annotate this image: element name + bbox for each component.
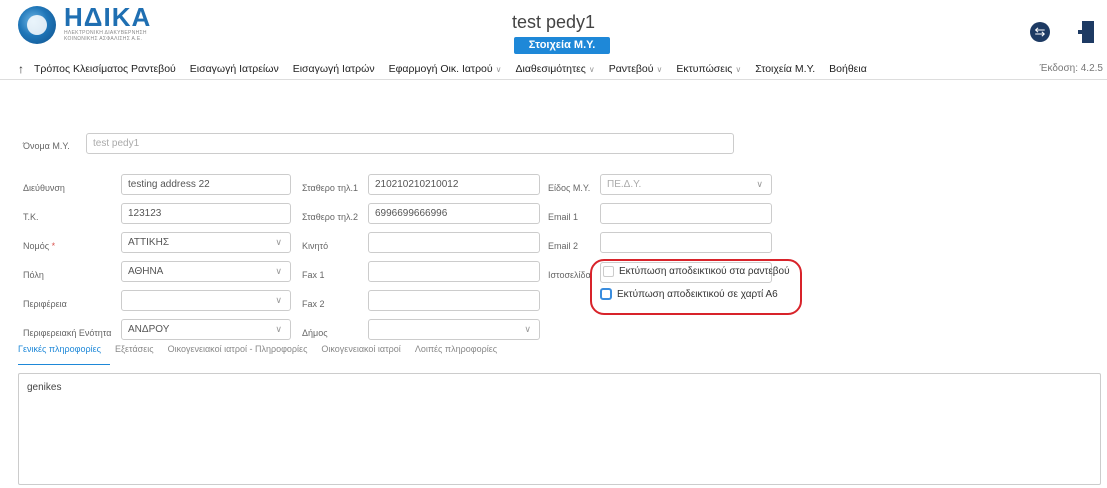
chevron-down-icon: ∨: [275, 295, 282, 305]
chevron-down-icon: ∨: [495, 65, 502, 74]
region-select[interactable]: ∨: [121, 290, 291, 311]
detail-tabs: Γενικές πληροφορίες Εξετάσεις Οικογενειακο…: [18, 344, 497, 354]
page-title: test pedy1: [511, 12, 596, 32]
app-header: ΗΔΙΚΑ ΗΛΕΚΤΡΟΝΙΚΗ ΔΙΑΚΥΒΕΡΝΗΣΗ ΚΟΙΝΩΝΙΚΗ…: [0, 0, 1107, 58]
door-arrow: [1078, 30, 1086, 34]
chevron-down-icon: ∨: [275, 324, 282, 334]
email1-field[interactable]: [600, 203, 772, 224]
municipality-select[interactable]: ∨: [368, 319, 540, 340]
city-select[interactable]: ΑΘΗΝΑ ∨: [121, 261, 291, 282]
regional-unit-select[interactable]: ΑΝΔΡΟΥ ∨: [121, 319, 291, 340]
nav-item-2[interactable]: Εισαγωγή Ιατρών: [293, 63, 375, 75]
nav-item-8[interactable]: Βοήθεια: [829, 63, 867, 75]
print-a6-checkbox[interactable]: Εκτύπωση αποδεικτικού σε χαρτί Α6: [600, 288, 778, 300]
checkbox-box[interactable]: [600, 288, 612, 300]
regional-unit-label: Περιφερειακή Ενότητα: [23, 328, 112, 338]
email2-field[interactable]: [600, 232, 772, 253]
tab-0[interactable]: Γενικές πληροφορίες: [18, 344, 101, 354]
general-info-textarea[interactable]: genikes: [18, 373, 1101, 485]
tab-1[interactable]: Εξετάσεις: [115, 344, 154, 354]
unit-type-select-value: ΠΕ.Δ.Υ.: [607, 179, 642, 190]
section-badge: Στοιχεία Μ.Υ.: [514, 37, 610, 54]
chevron-down-icon: ∨: [756, 179, 763, 189]
nav-item-4[interactable]: Διαθεσιμότητες ∨: [516, 63, 595, 75]
city-select-value: ΑΘΗΝΑ: [128, 266, 164, 277]
tab-2[interactable]: Οικογενειακοί ιατροί - Πληροφορίες: [168, 344, 308, 354]
print-a6-label: Εκτύπωση αποδεικτικού σε χαρτί Α6: [617, 288, 778, 300]
city-label: Πόλη: [23, 270, 44, 280]
logo-subtitle-2: ΚΟΙΝΩΝΙΚΗΣ ΑΣΦΑΛΙΣΗΣ Α.Ε.: [64, 36, 143, 42]
nav-item-label: Εφαρμογή Οικ. Ιατρού: [388, 63, 493, 75]
chevron-down-icon: ∨: [275, 266, 282, 276]
fax1-label: Fax 1: [302, 270, 325, 280]
phone1-label: Σταθερο τηλ.1: [302, 183, 358, 193]
nav-item-label: Εισαγωγή Ιατρών: [292, 63, 375, 75]
chevron-down-icon: ∨: [735, 65, 742, 74]
chevron-down-icon: ∨: [275, 237, 282, 247]
nav-item-3[interactable]: Εφαρμογή Οικ. Ιατρού ∨: [389, 63, 502, 75]
municipality-label: Δήμος: [302, 328, 328, 338]
fax2-label: Fax 2: [302, 299, 325, 309]
nav-item-label: Στοιχεία Μ.Υ.: [755, 63, 816, 75]
print-receipt-checkbox[interactable]: Εκτύπωση αποδεικτικού στα ραντεβού: [603, 266, 790, 277]
name-field[interactable]: test pedy1: [86, 133, 734, 154]
phone1-field[interactable]: 210210210210012: [368, 174, 540, 195]
unit-type-select[interactable]: ΠΕ.Δ.Υ. ∨: [600, 174, 772, 195]
arrow-up-icon[interactable]: ↑: [18, 62, 24, 76]
nav-items: Τρόπος Κλεισίματος Ραντεβού Εισαγωγή Ιατρ…: [34, 63, 867, 75]
email1-label: Email 1: [548, 212, 579, 222]
prefecture-label-text: Νομός: [23, 241, 50, 251]
nav-item-6[interactable]: Εκτυπώσεις ∨: [676, 63, 741, 75]
main-nav: ↑ Τρόπος Κλεισίματος Ραντεβού Εισαγωγή Ια…: [0, 58, 1107, 80]
phone2-field[interactable]: 6996699666996: [368, 203, 540, 224]
print-receipt-label: Εκτύπωση αποδεικτικού στα ραντεβού: [619, 266, 790, 277]
chevron-down-icon: ∨: [524, 324, 531, 334]
chevron-down-icon: ∨: [588, 65, 595, 74]
exit-door-icon[interactable]: [1078, 21, 1094, 43]
region-label: Περιφέρεια: [23, 299, 67, 309]
fax1-field[interactable]: [368, 261, 540, 282]
unit-type-label: Είδος Μ.Υ.: [548, 183, 591, 193]
fax2-field[interactable]: [368, 290, 540, 311]
mobile-label: Κινητό: [302, 241, 329, 251]
nav-item-label: Βοήθεια: [829, 63, 867, 75]
nav-item-1[interactable]: Εισαγωγή Ιατρείων: [190, 63, 279, 75]
address-field[interactable]: testing address 22: [121, 174, 291, 195]
regional-unit-select-value: ΑΝΔΡΟΥ: [128, 324, 170, 335]
logout-icon[interactable]: ⇆: [1030, 22, 1050, 42]
required-marker: *: [51, 241, 56, 251]
phone2-label: Σταθερο τηλ.2: [302, 212, 358, 222]
website-label: Ιστοσελίδα: [548, 270, 591, 280]
nav-item-7[interactable]: Στοιχεία Μ.Υ.: [755, 63, 815, 75]
prefecture-select-value: ΑΤΤΙΚΗΣ: [128, 237, 169, 248]
prefecture-label: Νομός *: [23, 241, 55, 251]
tab-3[interactable]: Οικογενειακοί ιατροί: [321, 344, 400, 354]
active-tab-indicator: [18, 364, 110, 365]
nav-item-5[interactable]: Ραντεβού ∨: [609, 63, 663, 75]
nav-item-label: Εισαγωγή Ιατρείων: [189, 63, 279, 75]
checkbox-box[interactable]: [603, 266, 614, 277]
mobile-field[interactable]: [368, 232, 540, 253]
nav-item-0[interactable]: Τρόπος Κλεισίματος Ραντεβού: [34, 63, 176, 75]
prefecture-select[interactable]: ΑΤΤΙΚΗΣ ∨: [121, 232, 291, 253]
version-label: Έκδοση: 4.2.5: [1039, 63, 1103, 74]
address-label: Διεύθυνση: [23, 183, 65, 193]
name-label: Όνομα Μ.Υ.: [23, 141, 70, 151]
nav-item-label: Τρόπος Κλεισίματος Ραντεβού: [34, 63, 176, 75]
nav-item-label: Εκτυπώσεις: [676, 63, 733, 75]
zip-label: Τ.Κ.: [23, 212, 39, 222]
email2-label: Email 2: [548, 241, 579, 251]
nav-item-label: Ραντεβού: [608, 63, 654, 75]
tab-4[interactable]: Λοιπές πληροφορίες: [415, 344, 497, 354]
nav-item-label: Διαθεσιμότητες: [515, 63, 586, 75]
chevron-down-icon: ∨: [656, 65, 663, 74]
zip-field[interactable]: 123123: [121, 203, 291, 224]
